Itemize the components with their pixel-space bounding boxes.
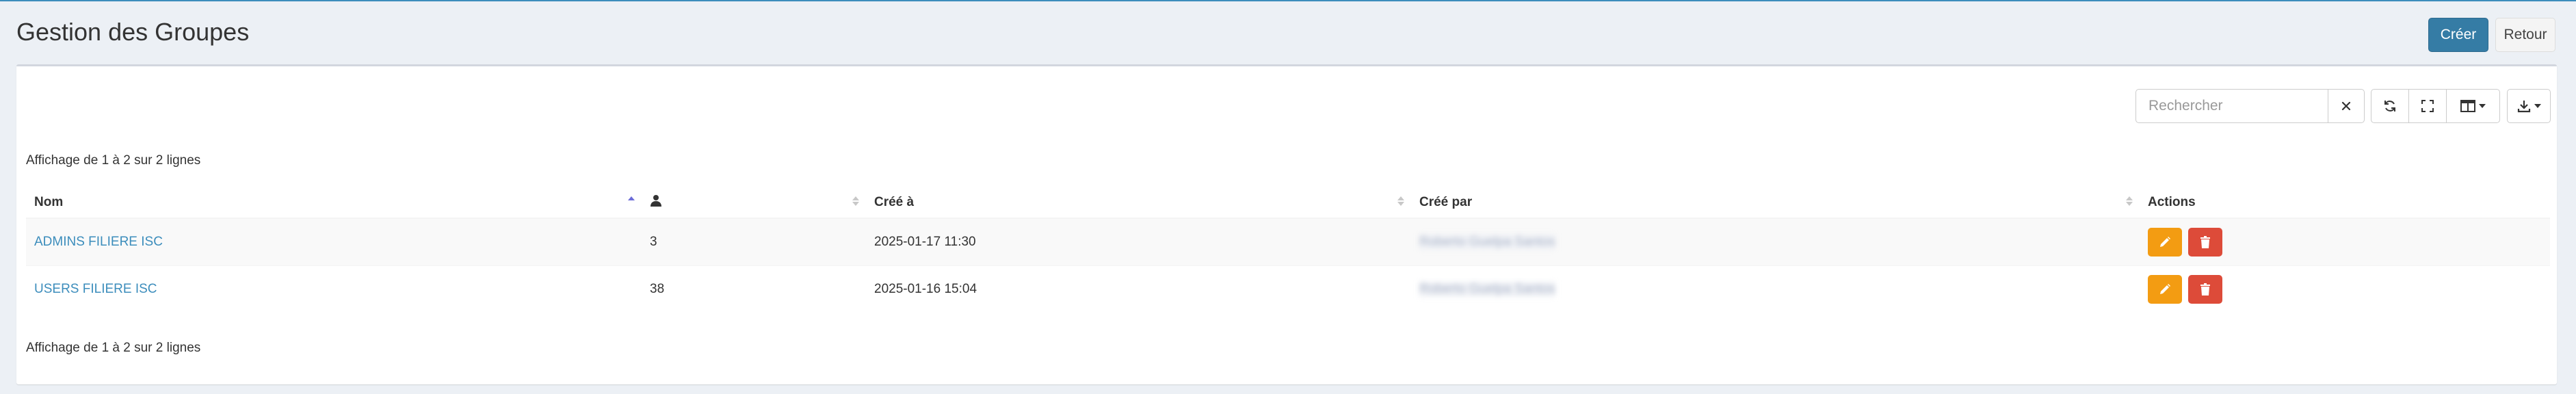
- cell-members: 3: [642, 218, 866, 265]
- cell-name: ADMINS FILIERE ISC: [26, 218, 642, 265]
- close-icon: [2341, 101, 2351, 111]
- table-tools-group: [2371, 89, 2500, 123]
- refresh-button[interactable]: [2371, 89, 2409, 123]
- page-title: Gestion des Groupes: [16, 18, 250, 46]
- cell-actions: [2140, 218, 2550, 265]
- clear-search-button[interactable]: [2328, 89, 2365, 123]
- pagination-info-top: Affichage de 1 à 2 sur 2 lignes: [26, 153, 201, 168]
- table-header-row: Nom Créé à Créé par Actions: [26, 187, 2550, 219]
- edit-button[interactable]: [2148, 274, 2182, 304]
- refresh-icon: [2384, 101, 2395, 111]
- user-icon: [650, 194, 661, 207]
- columns-button[interactable]: [2446, 89, 2500, 123]
- cell-created-by: Roberto Guelpa Santos: [1411, 265, 2140, 313]
- delete-button[interactable]: [2188, 274, 2223, 304]
- groups-table: Nom Créé à Créé par Actions ADMINS FILIE…: [26, 187, 2550, 313]
- column-header-created-at[interactable]: Créé à: [866, 187, 1411, 219]
- column-header-name[interactable]: Nom: [26, 187, 642, 219]
- download-icon: [2517, 101, 2530, 113]
- back-button[interactable]: Retour: [2495, 18, 2555, 52]
- created-by-value: Roberto Guelpa Santos: [1419, 281, 1555, 297]
- column-header-created-by[interactable]: Créé par: [1411, 187, 2140, 219]
- column-header-actions: Actions: [2140, 187, 2550, 219]
- cell-created-at: 2025-01-16 15:04: [866, 265, 1411, 313]
- search-input[interactable]: [2135, 89, 2328, 123]
- pencil-icon: [2160, 236, 2170, 247]
- fullscreen-icon: [2421, 100, 2434, 112]
- sort-icon: [1397, 196, 1404, 206]
- groups-panel: Affichage de 1 à 2 sur 2 lignes Nom Créé…: [16, 64, 2557, 384]
- column-header-members[interactable]: [642, 187, 866, 219]
- cell-actions: [2140, 265, 2550, 313]
- chevron-down-icon: [2479, 104, 2486, 108]
- cell-created-at: 2025-01-17 11:30: [866, 218, 1411, 265]
- pencil-icon: [2160, 283, 2170, 294]
- export-button[interactable]: [2507, 89, 2551, 123]
- pagination-info-bottom: Affichage de 1 à 2 sur 2 lignes: [26, 341, 201, 355]
- cell-name: USERS FILIERE ISC: [26, 265, 642, 313]
- chevron-down-icon: [2534, 104, 2541, 108]
- group-link[interactable]: ADMINS FILIERE ISC: [34, 235, 163, 249]
- edit-button[interactable]: [2148, 227, 2182, 257]
- trash-icon: [2200, 283, 2211, 296]
- create-button[interactable]: Créer: [2428, 18, 2488, 52]
- cell-created-by: Roberto Guelpa Santos: [1411, 218, 2140, 265]
- fullscreen-button[interactable]: [2408, 89, 2447, 123]
- group-link[interactable]: USERS FILIERE ISC: [34, 282, 157, 296]
- sort-asc-icon: [628, 196, 635, 206]
- created-by-value: Roberto Guelpa Santos: [1419, 234, 1555, 250]
- sort-icon: [2126, 196, 2133, 206]
- page-header: Gestion des Groupes Créer Retour: [0, 1, 2576, 64]
- columns-icon: [2460, 100, 2475, 112]
- sort-icon: [852, 196, 859, 206]
- cell-members: 38: [642, 265, 866, 313]
- trash-icon: [2200, 235, 2211, 248]
- table-row: ADMINS FILIERE ISC 3 2025-01-17 11:30 Ro…: [26, 218, 2550, 265]
- delete-button[interactable]: [2188, 227, 2223, 257]
- table-row: USERS FILIERE ISC 38 2025-01-16 15:04 Ro…: [26, 265, 2550, 313]
